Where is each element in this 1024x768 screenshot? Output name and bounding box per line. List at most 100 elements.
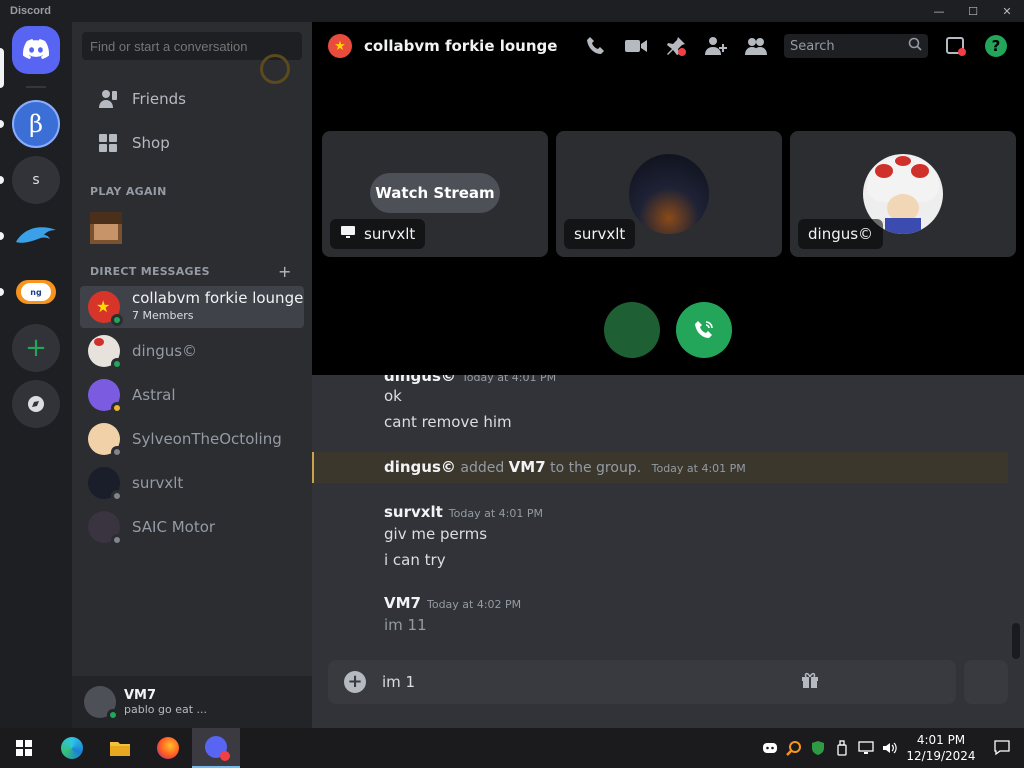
message-header: VM7 Today at 4:02 PM — [384, 594, 521, 612]
message-timestamp: Today at 4:02 PM — [426, 598, 522, 611]
dm-item-dingus[interactable]: dingus© — [80, 330, 304, 372]
message-header: dingus© Today at 4:01 PM — [384, 375, 556, 385]
message-text-pending: im 11 — [384, 616, 427, 634]
edge-icon[interactable] — [48, 728, 96, 768]
status-offline-icon — [111, 534, 123, 546]
dm-name: Astral — [132, 385, 176, 404]
participant-tile[interactable]: survxlt — [556, 131, 782, 257]
firefox-icon[interactable] — [144, 728, 192, 768]
dolphin-server-icon[interactable] — [12, 212, 60, 260]
avatar — [88, 423, 123, 458]
discord-window: Discord — ☐ ✕ β s ng + Find or start a c… — [0, 0, 1024, 768]
status-online-icon — [111, 358, 123, 370]
phone-icon — [695, 321, 713, 338]
message-timestamp: Today at 4:01 PM — [448, 507, 543, 520]
server-rail: β s ng + — [0, 22, 72, 728]
add-server-icon[interactable]: + — [12, 324, 60, 372]
stream-tile[interactable]: Watch Stream survxlt — [322, 131, 548, 257]
avatar[interactable] — [84, 686, 119, 721]
message-header: survxlt Today at 4:01 PM — [384, 503, 543, 521]
discord-tray-icon[interactable] — [758, 728, 782, 768]
status-offline-icon — [111, 490, 123, 502]
close-button[interactable]: ✕ — [990, 0, 1024, 22]
friends-icon — [92, 83, 124, 115]
message-author[interactable]: dingus© — [384, 375, 456, 385]
message-text: giv me perms — [384, 525, 488, 543]
status-idle-icon — [111, 402, 123, 414]
star-icon: ★ — [96, 297, 111, 316]
dm-item-survxlt[interactable]: survxlt — [80, 462, 304, 504]
taskbar-clock[interactable]: 4:01 PM 12/19/2024 — [902, 732, 980, 764]
dm-item-sylveon[interactable]: SylveonTheOctoling — [80, 418, 304, 460]
system-actor[interactable]: dingus© — [384, 458, 456, 476]
network-icon[interactable] — [854, 728, 878, 768]
chat-scrollbar[interactable] — [1012, 623, 1020, 659]
notifications-icon[interactable] — [980, 728, 1024, 768]
play-again-header: PLAY AGAIN — [90, 185, 167, 198]
tile-label: survxlt — [564, 219, 636, 249]
sidebar-item-friends[interactable]: Friends — [80, 78, 304, 120]
message-timestamp: Today at 4:01 PM — [461, 375, 557, 384]
dm-name: SAIC Motor — [132, 517, 216, 536]
search-tray-icon[interactable] — [782, 728, 806, 768]
add-friends-icon[interactable] — [704, 34, 728, 58]
screen-share-icon — [340, 225, 356, 243]
windows-start-icon[interactable] — [0, 728, 48, 768]
message-author[interactable]: survxlt — [384, 503, 443, 521]
status-online-icon — [107, 709, 119, 721]
header-search-input[interactable]: Search — [784, 34, 928, 58]
dm-item-collabvm[interactable]: ★ collabvm forkie lounge 7 Members — [80, 286, 304, 328]
attach-plus-icon[interactable]: + — [344, 671, 366, 693]
beta-server-icon[interactable]: β — [12, 100, 60, 148]
watch-stream-button[interactable]: Watch Stream — [370, 173, 500, 213]
avatar — [88, 335, 123, 370]
pinned-messages-icon[interactable] — [664, 34, 688, 58]
sidebar-item-shop[interactable]: Shop — [80, 122, 304, 164]
file-explorer-icon[interactable] — [96, 728, 144, 768]
sidebar-item-label: Friends — [132, 90, 186, 108]
message-input[interactable] — [382, 673, 782, 691]
security-shield-icon[interactable] — [806, 728, 830, 768]
dm-item-saic-motor[interactable]: SAIC Motor — [80, 506, 304, 548]
help-icon[interactable]: ? — [984, 34, 1008, 58]
tile-label: dingus© — [798, 219, 884, 249]
system-target[interactable]: VM7 — [509, 458, 546, 476]
avatar — [629, 154, 709, 234]
unread-indicator — [0, 288, 4, 296]
discord-taskbar-icon[interactable] — [192, 728, 240, 768]
system-verb: added — [460, 460, 505, 476]
member-list-icon[interactable] — [744, 34, 768, 58]
mute-button[interactable] — [604, 302, 660, 358]
video-icon[interactable] — [624, 34, 648, 58]
dm-item-astral[interactable]: Astral — [80, 374, 304, 416]
user-name: VM7 — [124, 688, 157, 703]
usb-icon[interactable] — [830, 728, 854, 768]
participant-tile[interactable]: dingus© — [790, 131, 1016, 257]
join-call-button[interactable] — [676, 302, 732, 358]
discover-icon[interactable] — [12, 380, 60, 428]
notification-badge-icon — [220, 751, 230, 761]
composer-extra-button[interactable] — [964, 660, 1008, 704]
status-offline-icon — [111, 446, 123, 458]
inbox-icon[interactable] — [944, 34, 968, 58]
maximize-button[interactable]: ☐ — [956, 0, 990, 22]
minimize-button[interactable]: — — [922, 0, 956, 22]
user-status: pablo go eat ... — [124, 703, 208, 716]
gift-icon[interactable] — [800, 670, 824, 694]
message-composer: + — [328, 660, 956, 704]
dm-name: dingus© — [132, 341, 198, 360]
dm-name: survxlt — [132, 473, 184, 492]
message-author[interactable]: VM7 — [384, 594, 421, 612]
call-icon[interactable] — [584, 34, 608, 58]
game-avatar-icon[interactable] — [90, 212, 122, 244]
server-s-icon[interactable]: s — [12, 156, 60, 204]
dm-name: SylveonTheOctoling — [132, 429, 282, 448]
discord-home-icon[interactable] — [12, 26, 60, 74]
create-dm-button[interactable]: + — [278, 262, 291, 281]
tile-label: survxlt — [330, 219, 426, 249]
volume-icon[interactable] — [878, 728, 902, 768]
app-title: Discord — [10, 5, 51, 17]
dm-name: collabvm forkie lounge — [132, 289, 304, 307]
sidebar-item-label: Shop — [132, 134, 170, 152]
newgrounds-server-icon[interactable]: ng — [12, 268, 60, 316]
